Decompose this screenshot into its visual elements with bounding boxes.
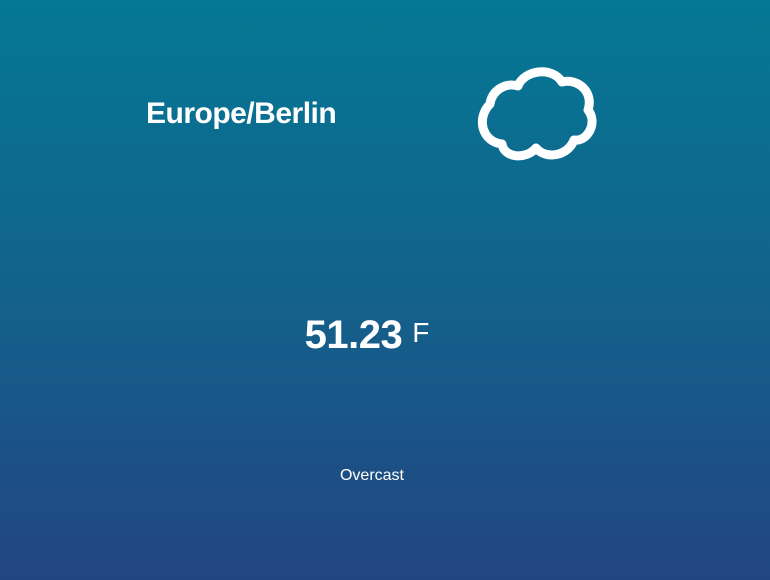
temperature-unit: F <box>412 317 430 348</box>
weather-app: Europe/Berlin 51.23 F Overcast <box>0 0 770 580</box>
location-name: Europe/Berlin <box>146 97 337 130</box>
weather-condition: Overcast <box>339 467 404 484</box>
temperature-value: 51.23 <box>304 313 403 357</box>
temperature-display: 51.23 F <box>0 312 734 367</box>
cloud-icon <box>470 60 600 166</box>
